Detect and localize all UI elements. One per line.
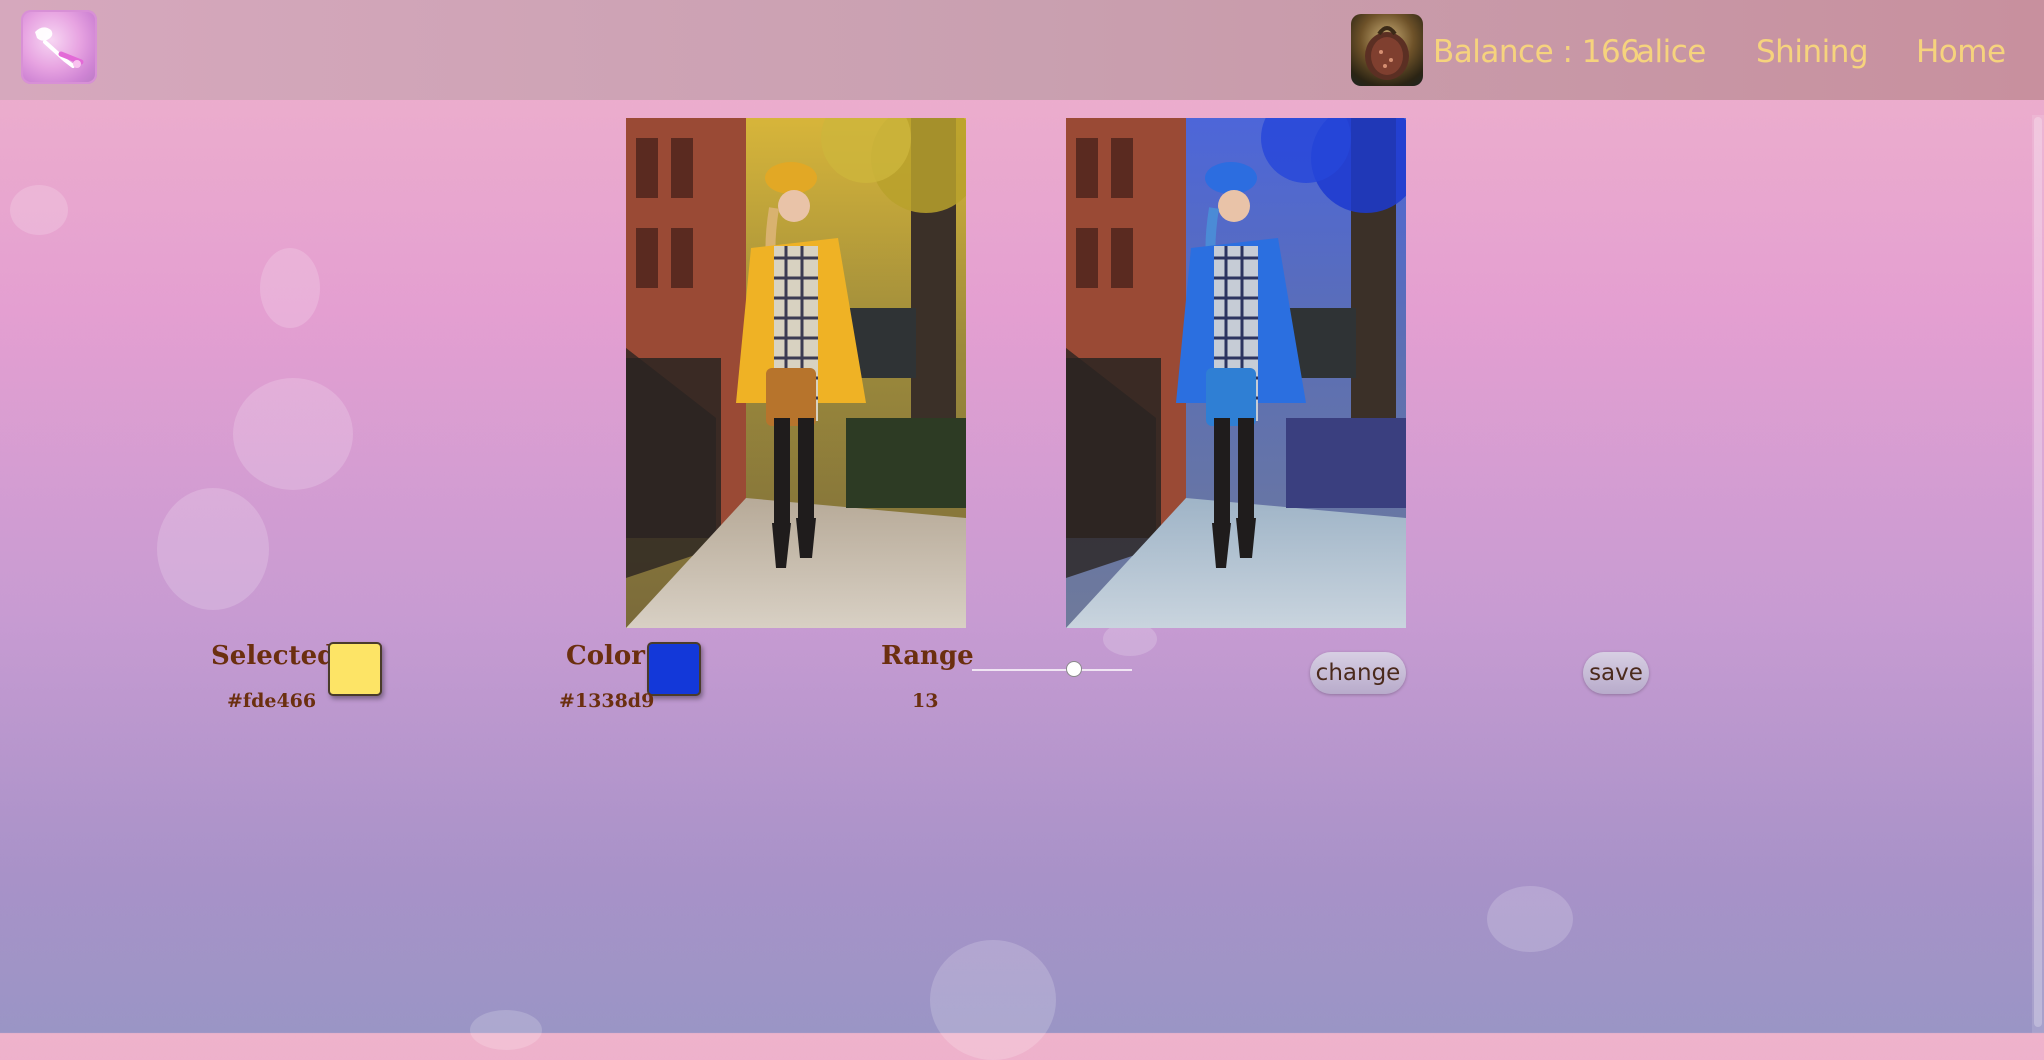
nav-user-link[interactable]: alice [1636, 30, 1706, 74]
top-navbar: Balance : 166 alice Shining Home [0, 0, 2044, 100]
decor-bubble [1487, 886, 1573, 952]
selected-hex-value: #fde466 [227, 690, 317, 712]
color-label: Color [566, 641, 645, 671]
decor-bubble [260, 248, 320, 328]
selected-label: Selected [211, 641, 336, 671]
original-photo [626, 118, 966, 628]
decor-bubble [157, 488, 269, 610]
brush-logo-icon[interactable] [21, 10, 97, 84]
range-slider-track[interactable] [972, 669, 1132, 671]
range-slider[interactable] [972, 660, 1132, 680]
balance-text: Balance : 166 [1433, 34, 1640, 70]
target-color-swatch[interactable] [647, 642, 701, 696]
scrollbar-thumb[interactable] [2034, 117, 2042, 1027]
range-value: 13 [912, 690, 939, 712]
decor-bubble [10, 185, 68, 235]
profile-avatar[interactable] [1351, 14, 1423, 86]
recolored-photo [1066, 118, 1406, 628]
decor-bubble [233, 378, 353, 490]
range-label: Range [881, 641, 974, 671]
nav-shining-link[interactable]: Shining [1756, 30, 1869, 74]
range-slider-thumb[interactable] [1065, 661, 1082, 677]
decor-bubble [470, 1010, 542, 1050]
decor-bubble [930, 940, 1056, 1060]
save-button[interactable]: save [1583, 652, 1649, 694]
page-scrollbar[interactable] [2032, 115, 2044, 1033]
change-button[interactable]: change [1310, 652, 1406, 694]
selected-color-swatch[interactable] [328, 642, 382, 696]
target-hex-value: #1338d9 [559, 690, 655, 712]
nav-home-link[interactable]: Home [1916, 30, 2006, 74]
